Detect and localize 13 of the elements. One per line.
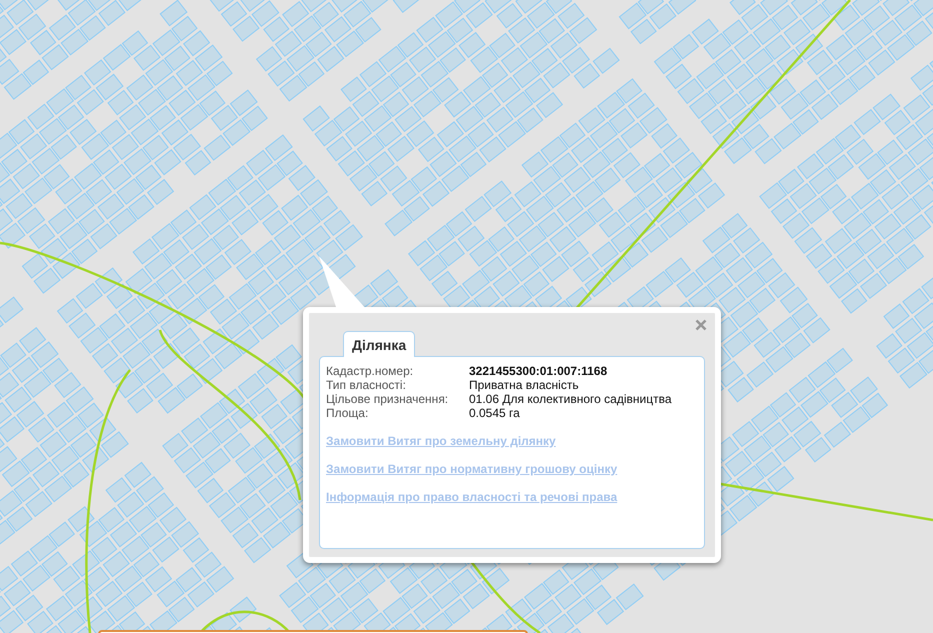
- popup-tab[interactable]: Ділянка: [343, 331, 416, 357]
- field-value: Приватна власність: [469, 378, 580, 392]
- field-label: Тип власності:: [326, 378, 407, 392]
- field-value: 3221455300:01:007:1168: [469, 364, 608, 378]
- text-link[interactable]: Замовити Витяг про земельну ділянку: [326, 434, 556, 448]
- close-icon[interactable]: [695, 319, 707, 331]
- text-link[interactable]: Замовити Витяг про нормативну грошову оцінку: [326, 462, 618, 476]
- field-label: Цільове призначення:: [326, 392, 450, 406]
- field-value: 0.0545 га: [469, 406, 521, 420]
- text-link[interactable]: Інформація про право власності та речові права: [326, 490, 618, 504]
- field-label: Кадастр.номер:: [326, 364, 414, 378]
- field-label: Площа:: [326, 406, 370, 420]
- field-value: 01.06 Для колективного садівництва: [469, 392, 673, 406]
